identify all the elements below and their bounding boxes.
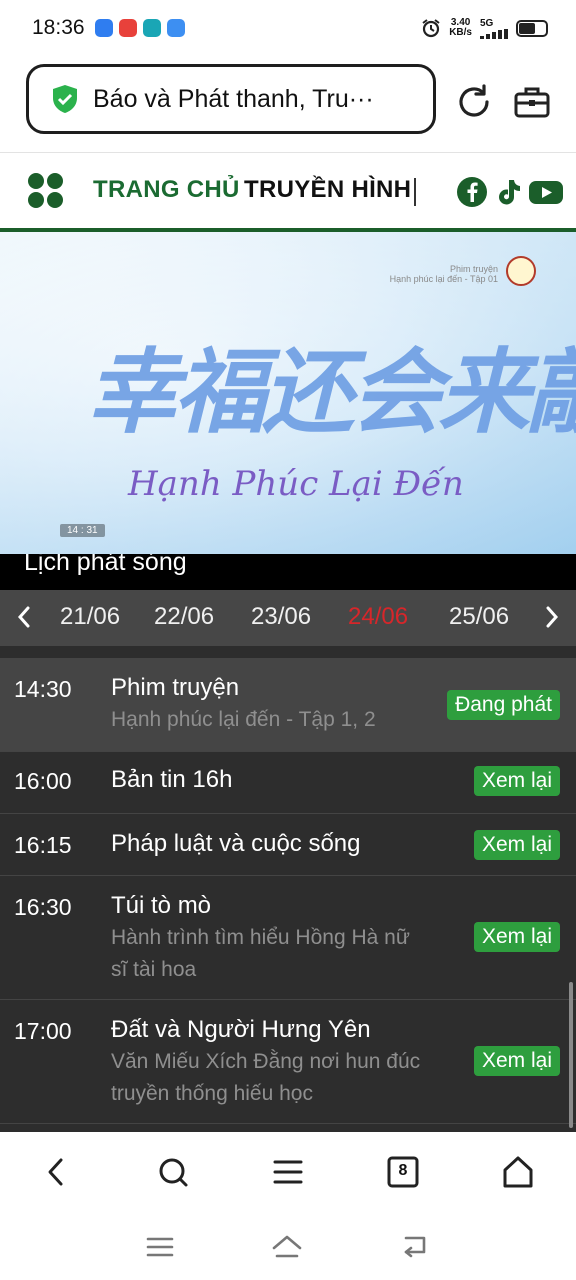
net-speed: 3.40 KB/s [449, 17, 472, 38]
date-item[interactable]: 25/06 [449, 603, 509, 631]
tabs-icon[interactable]: 8 [385, 1154, 421, 1190]
chevron-right-icon[interactable] [542, 602, 562, 632]
nav-home-link[interactable]: TRANG CHỦ [93, 176, 240, 204]
browser-address-row: Báo và Phát thanh, Tru··· [0, 62, 576, 138]
home-icon[interactable] [271, 1232, 303, 1262]
schedule-title: Lịch phát sóng [24, 554, 187, 576]
date-item[interactable]: 22/06 [154, 603, 214, 631]
row-description: Hạnh phúc lại đến - Tập 1, 2 [111, 708, 376, 731]
replay-button[interactable]: Xem lại [473, 922, 560, 952]
menu-icon[interactable] [270, 1154, 306, 1190]
app-icon-teal [142, 19, 161, 37]
date-item[interactable]: 23/06 [251, 603, 311, 631]
shield-check-icon [53, 85, 77, 113]
schedule-list: 14:30 Phim truyện Hạnh phúc lại đến - Tậ… [0, 658, 576, 1124]
date-selector: 21/06 22/06 23/06 24/06 25/06 [0, 590, 576, 646]
toolbox-icon[interactable] [512, 82, 552, 122]
youtube-icon[interactable] [528, 176, 564, 208]
row-time: 16:30 [14, 894, 72, 920]
net-type: 5G [480, 17, 494, 29]
browser-toolbar: 8 [0, 1134, 576, 1214]
schedule-row[interactable]: 16:30 Túi tò mò Hành trình tìm hiểu Hồng… [0, 876, 576, 1000]
schedule-panel: Lịch phát sóng 21/06 22/06 23/06 24/06 2… [0, 554, 576, 1132]
osd-time: 14 : 31 [60, 524, 105, 537]
video-player[interactable]: Phim truyện Hạnh phúc lại đến - Tập 01 幸… [0, 232, 576, 554]
now-playing-button[interactable]: Đang phát [447, 690, 560, 720]
row-time: 16:00 [14, 768, 72, 794]
facebook-icon[interactable] [456, 176, 488, 208]
address-bar[interactable]: Báo và Phát thanh, Tru··· [26, 64, 436, 134]
tiktok-icon[interactable] [492, 176, 524, 208]
row-title: Pháp luật và cuộc sống [111, 830, 361, 857]
row-title: Túi tò mò [111, 892, 212, 919]
video-title-chinese: 幸福还会来敲门 [86, 338, 576, 446]
replay-button[interactable]: Xem lại [473, 830, 560, 860]
back-icon[interactable] [400, 1232, 432, 1262]
chevron-left-icon[interactable] [14, 602, 34, 632]
status-bar: 18:36 3.40 KB/s 5G [0, 0, 576, 56]
nav-tv-link[interactable]: TRUYỀN HÌNH [244, 176, 411, 204]
video-title-vietnamese: Hạnh Phúc Lại Đến [128, 464, 464, 504]
app-icon-blue [94, 19, 113, 37]
row-description: Hành trình tìm hiểu Hồng Hà nữ sĩ tài ho… [111, 926, 410, 981]
replay-button[interactable]: Xem lại [473, 1046, 560, 1076]
nav-separator [414, 178, 416, 206]
schedule-row[interactable]: 17:00 Đất và Người Hưng Yên Văn Miếu Xíc… [0, 1000, 576, 1124]
schedule-row[interactable]: 16:00 Bản tin 16h Xem lại [0, 752, 576, 814]
row-description: Văn Miếu Xích Đằng nơi hun đúc truyền th… [111, 1050, 421, 1105]
alarm-icon [422, 19, 440, 38]
schedule-header: Lịch phát sóng [0, 554, 576, 590]
date-item[interactable]: 21/06 [60, 603, 120, 631]
back-icon[interactable] [39, 1154, 75, 1190]
date-item-active[interactable]: 24/06 [348, 603, 408, 631]
row-title: Đất và Người Hưng Yên [111, 1016, 371, 1043]
row-title: Bản tin 16h [111, 766, 233, 793]
row-time: 14:30 [14, 676, 72, 702]
schedule-row[interactable]: 16:15 Pháp luật và cuộc sống Xem lại [0, 814, 576, 876]
row-time: 17:00 [14, 1018, 72, 1044]
row-time: 16:15 [14, 832, 72, 858]
schedule-row[interactable]: 14:30 Phim truyện Hạnh phúc lại đến - Tậ… [0, 658, 576, 752]
system-nav-bar [0, 1214, 576, 1280]
row-title: Phim truyện [111, 674, 240, 701]
notification-icons [94, 19, 185, 37]
signal-icon [480, 28, 508, 39]
reload-icon[interactable] [454, 82, 494, 122]
search-icon[interactable] [155, 1154, 191, 1190]
scrollbar[interactable] [569, 982, 573, 1128]
address-text[interactable]: Báo và Phát thanh, Tru··· [93, 85, 374, 114]
divider [0, 152, 576, 153]
recents-icon[interactable] [144, 1232, 176, 1262]
app-icon-red [118, 19, 137, 37]
channel-logo [506, 256, 536, 286]
battery-icon [516, 19, 548, 37]
tab-count: 8 [398, 1162, 408, 1179]
site-nav: TRANG CHỦ TRUYỀN HÌNH [0, 156, 576, 228]
home-icon[interactable] [500, 1154, 536, 1190]
osd-program-info: Phim truyện Hạnh phúc lại đến - Tập 01 [389, 264, 498, 284]
clock: 18:36 [32, 16, 85, 39]
grid-menu-icon[interactable] [28, 173, 64, 209]
app-icon-doc [166, 19, 185, 37]
replay-button[interactable]: Xem lại [473, 766, 560, 796]
